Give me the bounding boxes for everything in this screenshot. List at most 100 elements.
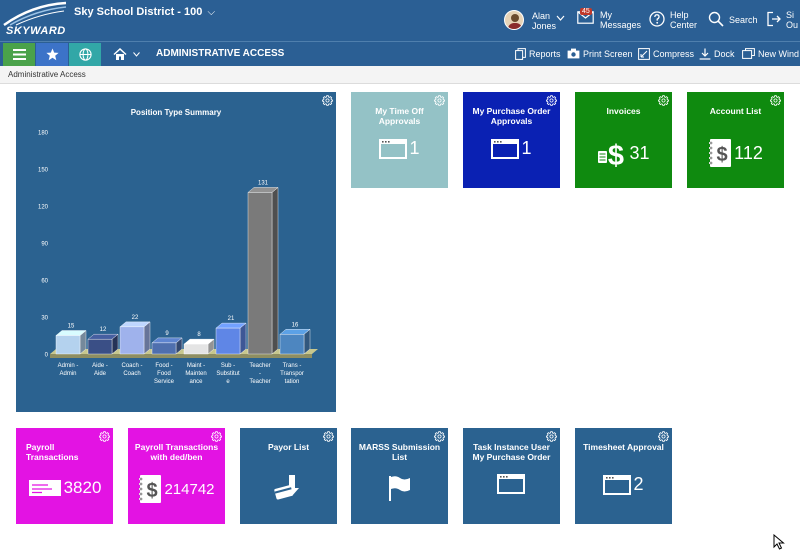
tile-value: 2 (633, 474, 644, 494)
messages-label: My Messages (599, 6, 644, 36)
card-arrow-icon (273, 475, 299, 500)
category-label: Substitut (216, 371, 240, 377)
sign-out-label: Si Ou (786, 6, 800, 36)
tile-body: 112 (687, 138, 784, 168)
category-label: Service (154, 379, 175, 385)
category-label: Teacher (249, 379, 270, 385)
gear-icon[interactable] (434, 431, 445, 442)
tile-title: MARSS Submission List (358, 442, 441, 462)
check-icon (28, 480, 61, 496)
favorites-button[interactable] (36, 43, 68, 66)
nav-bar: ADMINISTRATIVE ACCESS Reports Print Scre… (0, 41, 800, 66)
data-label: 8 (197, 332, 201, 338)
tile-payroll-transactions[interactable]: Payroll Transactions 3820 (16, 428, 113, 524)
reports-icon (515, 48, 526, 60)
gear-icon[interactable] (211, 431, 222, 442)
position-type-chart-tile[interactable]: Position Type Summary 0 30 60 90 120 150 180 15… (16, 92, 336, 412)
category-label: Coach - (121, 363, 142, 369)
tile-body: 1 (351, 138, 448, 159)
y-tick-label: 150 (38, 168, 49, 174)
bar (119, 326, 145, 355)
new-window-label: New Wind (758, 48, 800, 59)
data-label: 12 (100, 327, 107, 333)
menu-button[interactable] (3, 43, 35, 66)
window-icon (379, 139, 407, 159)
home-icon (112, 48, 127, 60)
tile-payor-list[interactable]: Payor List (240, 428, 337, 524)
svg-text:$: $ (608, 140, 624, 168)
dock-button[interactable]: Dock (699, 48, 735, 60)
new-window-icon (742, 48, 755, 59)
category-label: Aide (94, 371, 107, 377)
gear-icon[interactable] (434, 95, 445, 106)
gear-icon[interactable] (658, 431, 669, 442)
y-tick-label: 180 (38, 131, 49, 137)
tile-time-off-approvals[interactable]: My Time Off Approvals 1 (351, 92, 448, 188)
globe-button[interactable] (69, 43, 101, 66)
tile-task-instance-purchase-order[interactable]: Task Instance User My Purchase Order (463, 428, 560, 524)
tile-account-list[interactable]: Account List 112 (687, 92, 784, 188)
gear-icon[interactable] (546, 431, 557, 442)
chart-floor-front (50, 354, 312, 358)
tile-value: 112 (734, 142, 763, 163)
tile-title: My Time Off Approvals (375, 106, 424, 126)
data-label: 15 (68, 324, 75, 330)
bar-side (271, 187, 279, 355)
sign-out-label-line2: Ou (786, 20, 799, 30)
category-label: ance (189, 379, 203, 385)
bar (183, 343, 209, 355)
tile-body (351, 474, 448, 502)
help-label-line1: Help (670, 10, 689, 20)
tile-title: My Purchase Order Approvals (472, 106, 551, 126)
flag-icon (388, 476, 410, 501)
bar-side (239, 322, 247, 355)
category-label: Mainten (185, 371, 206, 377)
tile-body (463, 474, 560, 494)
gear-icon[interactable] (323, 431, 334, 442)
tile-invoices[interactable]: Invoices $ 31 (575, 92, 672, 188)
category-label: Aide - (92, 363, 108, 369)
window-icon (497, 474, 525, 494)
skyward-logo[interactable]: SKYWARD (2, 1, 68, 39)
breadcrumb-item[interactable]: Administrative Access (8, 70, 86, 79)
gear-icon[interactable] (99, 431, 110, 442)
user-first-name: Alan (532, 11, 551, 21)
district-selector[interactable]: Sky School District - 100 ⌵ (74, 6, 215, 18)
compress-button[interactable]: Compress (638, 48, 694, 60)
globe-icon (78, 48, 92, 61)
tile-title: Payor List (267, 442, 310, 452)
hamburger-icon (12, 49, 26, 60)
help-label-line2: Center (670, 20, 698, 30)
reports-button[interactable]: Reports (515, 48, 561, 60)
tile-marss-submission-list[interactable]: MARSS Submission List (351, 428, 448, 524)
y-tick-label: 30 (41, 316, 48, 322)
bar-chart: 0 30 60 90 120 150 180 15 Admin - Admin 12 Aide - Ai… (38, 131, 318, 385)
avatar (504, 10, 524, 30)
home-button[interactable] (104, 43, 148, 66)
tile-value: 1 (521, 138, 532, 158)
data-label: 131 (258, 180, 269, 186)
tile-timesheet-approval[interactable]: Timesheet Approval 2 (575, 428, 672, 524)
logo-swoosh-icon (3, 1, 67, 27)
tile-purchase-order-approvals[interactable]: My Purchase Order Approvals 1 (463, 92, 560, 188)
bar-side (143, 321, 151, 355)
tile-title: Payroll Transactions with ded/ben (134, 442, 219, 462)
bar (151, 342, 177, 355)
print-screen-button[interactable]: Print Screen (567, 48, 633, 59)
gear-icon[interactable] (546, 95, 557, 106)
tile-title: Timesheet Approval (583, 442, 664, 452)
category-label: Transpor (280, 371, 304, 377)
y-tick-label: 0 (45, 353, 49, 359)
new-window-button[interactable]: New Wind (742, 48, 799, 59)
sign-out-icon (767, 11, 781, 27)
category-label: tation (285, 379, 300, 385)
tile-value: 1 (409, 138, 420, 158)
messages-label-line2: Messages (600, 20, 642, 30)
gear-icon[interactable] (770, 95, 781, 106)
help-label: Help Center (670, 6, 702, 36)
gear-icon[interactable] (658, 95, 669, 106)
category-label: Admin (59, 371, 76, 377)
tile-payroll-transactions-ded-ben[interactable]: Payroll Transactions with ded/ben 214742 (128, 428, 225, 524)
category-label: Coach (123, 371, 140, 377)
window-icon (491, 139, 519, 159)
